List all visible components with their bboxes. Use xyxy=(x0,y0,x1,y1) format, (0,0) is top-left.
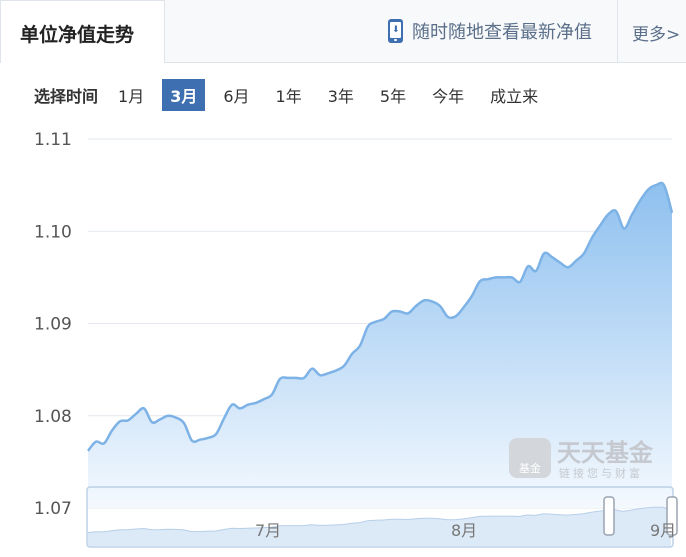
navigator-area xyxy=(88,507,671,546)
watermark-brand: 天天基金 xyxy=(557,439,654,467)
watermark: 基金 天天基金 链接您与财富 xyxy=(509,438,654,480)
navigator-label-sep: 9月 xyxy=(650,521,676,540)
navigator-label-aug: 8月 xyxy=(451,521,477,540)
nav-trend-chart: 1.07 1.08 1.09 1.10 1.11 基金 天天基金 链接您与财富 7月 8… xyxy=(34,130,678,548)
navigator-label-jul: 7月 xyxy=(255,521,281,540)
y-tick-label: 1.09 xyxy=(34,315,72,335)
y-tick-label: 1.08 xyxy=(34,407,72,427)
navigator-handle-left[interactable] xyxy=(603,496,615,536)
watermark-slogan: 链接您与财富 xyxy=(559,466,643,480)
y-tick-label: 1.11 xyxy=(34,130,72,150)
watermark-badge-text: 基金 xyxy=(519,461,541,475)
y-tick-label: 1.07 xyxy=(34,499,72,519)
y-tick-label: 1.10 xyxy=(34,222,72,242)
